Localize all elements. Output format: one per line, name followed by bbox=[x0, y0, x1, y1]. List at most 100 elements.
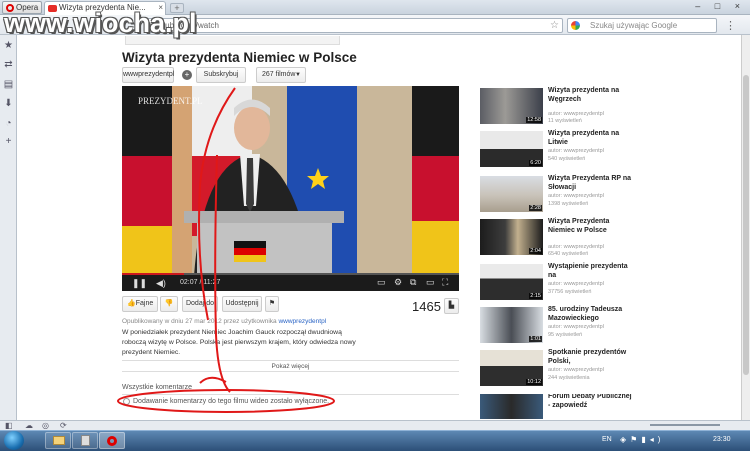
related-video-item[interactable]: 6:20 Wizyta prezydenta na Litwie autor: … bbox=[480, 130, 740, 171]
language-indicator[interactable]: EN bbox=[602, 436, 612, 443]
flag-icon: ⚑ bbox=[268, 300, 276, 307]
add-to-button[interactable]: Dodaj do bbox=[182, 296, 218, 312]
popout-icon[interactable]: ⧉ bbox=[410, 277, 416, 288]
german-flag-left bbox=[122, 86, 172, 291]
like-label: Fajne bbox=[135, 300, 154, 307]
scrollbar-thumb[interactable] bbox=[743, 75, 749, 375]
related-title[interactable]: 85. urodziny Tadeusza Mazowieckiego bbox=[548, 306, 633, 323]
related-video-item[interactable]: Forum Debaty Publicznej - zapowiedź bbox=[480, 394, 740, 419]
related-title[interactable]: Forum Debaty Publicznej - zapowiedź bbox=[548, 394, 633, 410]
tray-icons[interactable]: ◈⚑▮◂) bbox=[620, 435, 664, 444]
taskbar-app[interactable] bbox=[72, 432, 98, 449]
related-video-item[interactable]: 1:01 85. urodziny Tadeusza Mazowieckiego… bbox=[480, 306, 740, 347]
related-video-item[interactable]: 2:15 Wystąpienie prezydenta na autor: ww… bbox=[480, 263, 740, 304]
window-controls[interactable]: – □ × bbox=[695, 1, 746, 11]
video-player[interactable]: PREZYDENT.PL bbox=[122, 86, 459, 291]
related-video-item[interactable]: 10:12 Spotkanie prezydentów Polski, auto… bbox=[480, 349, 740, 390]
related-title[interactable]: Wizyta prezydenta na Węgrzech bbox=[548, 87, 633, 104]
zoom-reset-icon[interactable]: ⟳ bbox=[60, 421, 67, 430]
fullscreen-icon[interactable]: ⛶ bbox=[442, 277, 448, 288]
video-description: W poniedziałek prezydent Niemiec Joachim… bbox=[122, 329, 356, 356]
related-thumbnail[interactable]: 2:28 bbox=[480, 176, 543, 212]
status-bar: ◧ ☁ ◎ ⟳ bbox=[0, 420, 750, 430]
flag-button[interactable]: ⚑ bbox=[265, 296, 279, 312]
page-scrollbar[interactable] bbox=[741, 35, 750, 420]
related-title[interactable]: Spotkanie prezydentów Polski, bbox=[548, 349, 633, 366]
duration: 11:27 bbox=[203, 279, 221, 286]
related-title[interactable]: Wizyta Prezydenta Niemiec w Polsce bbox=[548, 218, 633, 235]
notes-icon[interactable]: ▤ bbox=[3, 79, 14, 90]
related-duration: 2:28 bbox=[529, 205, 542, 211]
related-title[interactable]: Wizyta Prezydenta RP na Słowacji bbox=[548, 175, 633, 192]
subscribe-plus-icon[interactable]: + bbox=[182, 70, 192, 80]
related-views: 95 wyświetleń bbox=[548, 332, 583, 338]
taskbar-opera[interactable] bbox=[99, 432, 125, 449]
large-player-icon[interactable]: ▭ bbox=[426, 277, 435, 288]
url-field[interactable]: youtube.com/watch ☆ bbox=[145, 18, 563, 33]
related-author: autor: wwwprezydentpl bbox=[548, 281, 604, 287]
turbo-icon[interactable]: ◎ bbox=[42, 421, 49, 430]
current-time: 02:07 bbox=[180, 279, 198, 286]
like-button[interactable]: 👍Fajne bbox=[122, 296, 158, 312]
captions-icon[interactable]: ▭ bbox=[377, 277, 386, 288]
related-duration: 2:15 bbox=[529, 293, 542, 299]
published-info: Opublikowany w dniu 27 mar 2012 przez uż… bbox=[122, 318, 326, 325]
pause-icon[interactable]: ❚❚ bbox=[132, 278, 147, 289]
zoom-slider[interactable] bbox=[650, 424, 720, 426]
panel-toggle-icon[interactable]: ◧ bbox=[5, 421, 13, 430]
taskbar-clock[interactable]: 23:30 bbox=[713, 436, 731, 443]
related-duration: 6:20 bbox=[529, 160, 542, 166]
volume-icon[interactable]: ◀) bbox=[156, 278, 166, 289]
add-panel-icon[interactable]: + bbox=[3, 136, 14, 147]
share-button[interactable]: Udostępnij bbox=[222, 296, 262, 312]
related-video-item[interactable]: 2:28 Wizyta Prezydenta RP na Słowacji au… bbox=[480, 175, 740, 216]
related-author: autor: wwwprezydentpl bbox=[548, 244, 604, 250]
channel-button[interactable]: wwwprezydentpl bbox=[122, 67, 174, 83]
related-thumbnail[interactable]: 12:58 bbox=[480, 88, 543, 124]
video-title: Wizyta prezydenta Niemiec w Polsce bbox=[122, 50, 357, 65]
search-field[interactable]: Szukaj używając Google bbox=[567, 18, 717, 33]
related-author: autor: wwwprezydentpl bbox=[548, 324, 604, 330]
show-more-button[interactable]: Pokaż więcej bbox=[122, 360, 459, 372]
related-title[interactable]: Wizyta prezydenta na Litwie bbox=[548, 130, 633, 147]
taskbar-explorer[interactable] bbox=[45, 432, 71, 449]
cloud-icon[interactable]: ☁ bbox=[25, 421, 33, 430]
related-thumbnail[interactable]: 2:04 bbox=[480, 219, 543, 255]
related-views: 244 wyświetlenia bbox=[548, 375, 590, 381]
published-user-link[interactable]: wwwprezydentpl bbox=[278, 318, 326, 325]
related-author: autor: wwwprezydentpl bbox=[548, 367, 604, 373]
settings-gear-icon[interactable]: ⚙ bbox=[394, 277, 402, 288]
info-icon bbox=[123, 398, 130, 405]
unite-icon[interactable]: ⇄ bbox=[3, 59, 14, 70]
start-button[interactable] bbox=[4, 431, 24, 450]
menu-icon[interactable]: ⋮ bbox=[725, 19, 736, 32]
stats-button[interactable]: ▙ bbox=[444, 298, 459, 314]
downloads-icon[interactable]: ⬇ bbox=[3, 98, 14, 109]
related-duration: 10:12 bbox=[526, 379, 542, 385]
subscribe-button[interactable]: Subskrybuj bbox=[196, 67, 246, 83]
search-placeholder: Szukaj używając Google bbox=[590, 21, 678, 30]
related-thumbnail[interactable]: 10:12 bbox=[480, 350, 543, 386]
videos-count-dropdown[interactable]: 267 filmów ▼ bbox=[256, 67, 306, 83]
bookmarks-star-icon[interactable]: ★ bbox=[3, 40, 14, 51]
google-icon bbox=[571, 21, 580, 30]
related-duration: 2:04 bbox=[529, 248, 542, 254]
related-thumbnail[interactable]: 2:15 bbox=[480, 264, 543, 300]
comments-disabled-text: Dodawanie komentarzy do tego filmu wideo… bbox=[133, 398, 330, 405]
related-author: autor: wwwprezydentpl bbox=[548, 111, 604, 117]
related-video-item[interactable]: 12:58 Wizyta prezydenta na Węgrzech auto… bbox=[480, 87, 740, 128]
related-thumbnail[interactable] bbox=[480, 394, 543, 419]
thumbs-up-icon: 👍 bbox=[127, 300, 136, 307]
side-panel: ★ ⇄ ▤ ⬇ ◔ + bbox=[0, 35, 17, 420]
history-icon[interactable]: ◔ bbox=[3, 118, 14, 129]
bookmark-star-icon[interactable]: ☆ bbox=[550, 19, 559, 32]
related-thumbnail[interactable]: 6:20 bbox=[480, 131, 543, 167]
related-author: autor: wwwprezydentpl bbox=[548, 148, 604, 154]
comments-header: Wszystkie komentarze bbox=[122, 384, 193, 391]
related-thumbnail[interactable]: 1:01 bbox=[480, 307, 543, 343]
related-video-item[interactable]: 2:04 Wizyta Prezydenta Niemiec w Polsce … bbox=[480, 218, 740, 259]
related-views: 540 wyświetleń bbox=[548, 156, 586, 162]
dislike-button[interactable]: 👎 bbox=[160, 296, 178, 312]
chevron-down-icon: ▼ bbox=[295, 72, 301, 78]
related-title[interactable]: Wystąpienie prezydenta na bbox=[548, 263, 633, 280]
